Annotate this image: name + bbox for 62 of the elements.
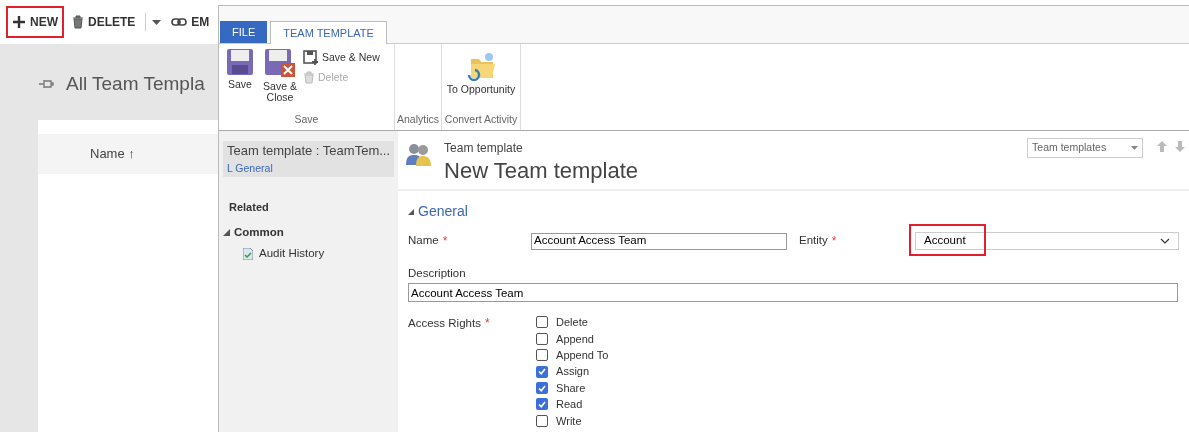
required-asterisk: *	[442, 233, 448, 250]
ribbon-button[interactable]: Save & New	[303, 50, 380, 66]
chevron-down-icon	[1160, 238, 1171, 244]
folder-icon	[465, 51, 497, 81]
checkbox-option[interactable]: Share	[536, 379, 609, 397]
checkbox-option[interactable]: Write	[536, 412, 609, 429]
ribbon-group-label: Save	[293, 112, 320, 128]
checkbox[interactable]	[536, 382, 549, 394]
plus-icon	[12, 15, 26, 29]
trash-icon	[303, 71, 315, 85]
document-check-icon	[243, 247, 253, 260]
view-selector[interactable]: Team templates	[1027, 138, 1144, 158]
nav-item[interactable]: Audit History	[243, 245, 395, 263]
checkbox-option[interactable]: Delete	[536, 314, 609, 331]
field-label: Access Rights	[408, 315, 481, 331]
field-label: Entity	[799, 233, 828, 249]
toolbar-button[interactable]: NEW	[8, 8, 62, 36]
checkbox[interactable]	[536, 398, 549, 411]
section-link[interactable]: L General	[227, 160, 391, 177]
checkbox[interactable]	[536, 332, 549, 345]
caret-icon[interactable]	[152, 19, 162, 25]
dropdown-caret-icon	[1131, 146, 1139, 150]
name-input[interactable]: Account Access Team	[531, 232, 788, 250]
nav-heading: Related	[228, 200, 270, 216]
checkbox-option[interactable]: Append To	[536, 347, 609, 364]
record-name: New Team template	[444, 157, 639, 185]
ribbon-button[interactable]: To Opportunity	[446, 48, 516, 113]
expanded-triangle-icon[interactable]	[408, 208, 415, 215]
column-header[interactable]: Name ↑	[90, 144, 135, 164]
ribbon-group-label: Convert Activity	[443, 112, 519, 128]
checkbox-option[interactable]: Assign	[536, 363, 609, 380]
toolbar-button[interactable]: DELETE	[68, 8, 140, 36]
entity-dropdown[interactable]: Account	[915, 232, 1180, 250]
toolbar-button[interactable]: EM	[167, 8, 214, 36]
field-label: Description	[408, 266, 467, 281]
floppy-plus-icon	[303, 50, 319, 66]
checkbox[interactable]	[536, 316, 549, 329]
nav-group-label[interactable]: Common	[234, 223, 284, 241]
floppy-disk-icon	[264, 48, 296, 78]
checkbox-option[interactable]: Read	[536, 396, 609, 413]
field-label: Name	[408, 233, 439, 249]
checkbox[interactable]	[536, 349, 549, 362]
record-title: Team template : TeamTem...	[227, 142, 391, 160]
ribbon-button[interactable]: Save	[223, 48, 257, 113]
required-asterisk: *	[484, 315, 490, 333]
checkbox[interactable]	[536, 365, 549, 378]
page-title: All Team Templa	[66, 72, 205, 96]
pin-icon[interactable]	[38, 79, 54, 90]
checkbox-option[interactable]: Append	[536, 330, 609, 348]
section-heading[interactable]: General	[418, 201, 468, 222]
ribbon-button[interactable]: Save & Close	[263, 48, 297, 113]
ribbon-tab[interactable]: FILE	[220, 21, 268, 43]
ribbon-tab[interactable]: TEAM TEMPLATE	[270, 21, 387, 44]
description-input[interactable]: Account Access Team	[408, 283, 1179, 303]
expanded-triangle-icon[interactable]	[223, 228, 230, 236]
checkbox[interactable]	[536, 414, 549, 427]
people-icon	[406, 141, 433, 167]
link-icon	[171, 18, 188, 26]
required-asterisk: *	[831, 233, 837, 250]
trash-icon	[72, 15, 84, 29]
entity-label: Team template	[444, 140, 524, 157]
ribbon-group-label: Analytics	[396, 112, 440, 128]
